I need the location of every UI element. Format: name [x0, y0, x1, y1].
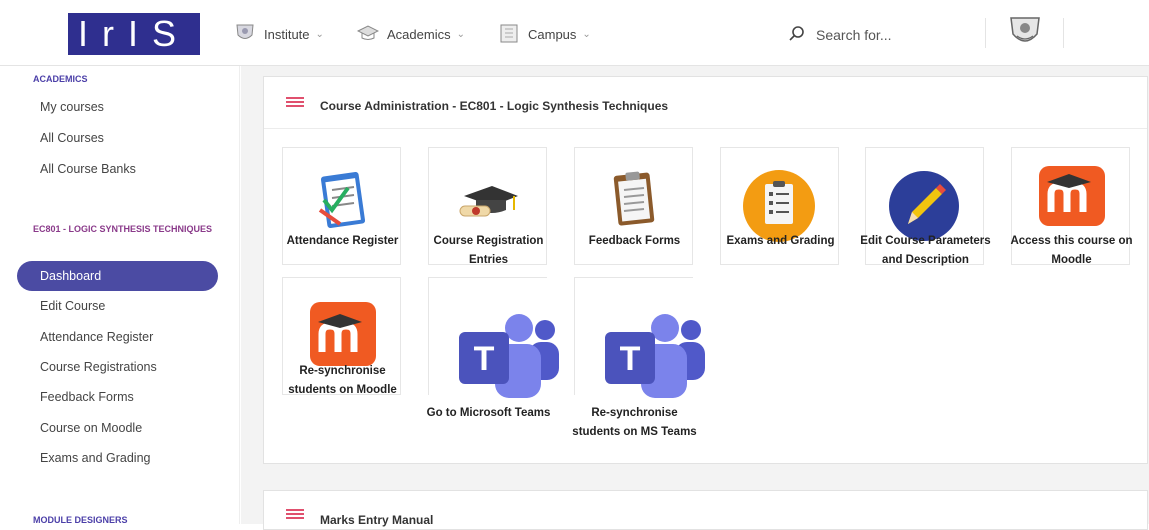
moodle-icon	[310, 302, 376, 368]
tile-access-course-on-moodle[interactable]: Access this course on Moodle	[1010, 147, 1133, 266]
divider	[985, 18, 986, 48]
tile-label: Go to Microsoft Teams	[426, 407, 551, 419]
crest-icon	[234, 23, 256, 46]
tile-go-to-microsoft-teams[interactable]: T Go to Microsoft Teams	[427, 277, 559, 419]
card-title: Course Administration - EC801 - Logic Sy…	[320, 99, 669, 113]
exam-checklist-icon	[741, 168, 815, 242]
sidebar-item-my-courses[interactable]: My courses	[40, 100, 104, 114]
menu-icon[interactable]	[286, 97, 304, 107]
menu-icon[interactable]	[286, 509, 304, 519]
tile-resync-moodle[interactable]: Re-synchronise students on Moodle	[282, 277, 401, 396]
tile-exams-and-grading[interactable]: Exams and Grading	[720, 147, 839, 265]
sidebar-item-all-courses[interactable]: All Courses	[40, 131, 104, 145]
building-icon	[498, 22, 520, 47]
tile-course-registration-entries[interactable]: Course Registration Entries	[428, 147, 547, 266]
tile-label: Feedback Forms	[588, 235, 681, 247]
sidebar-item-feedback-forms[interactable]: Feedback Forms	[40, 390, 134, 404]
moodle-icon	[1039, 166, 1105, 232]
chevron-down-icon: ⌄	[456, 28, 465, 40]
sidebar-heading-module-designers: MODULE DESIGNERS	[33, 515, 128, 525]
tile-label: Course Registration Entries	[433, 235, 544, 266]
teams-icon: T	[459, 308, 559, 408]
divider	[1063, 18, 1064, 48]
tile-feedback-forms[interactable]: Feedback Forms	[574, 147, 693, 265]
tile-label: Access this course on Moodle	[1010, 235, 1133, 266]
sidebar-item-course-registrations[interactable]: Course Registrations	[40, 360, 157, 374]
pencil-icon	[888, 170, 959, 241]
nav-institute-label: Institute	[264, 26, 310, 42]
nav-institute[interactable]: Institute ⌄	[234, 22, 324, 46]
sidebar-item-edit-course[interactable]: Edit Course	[40, 299, 105, 313]
iris-logo[interactable]: IrIS	[68, 13, 200, 55]
marks-entry-card: Marks Entry Manual	[263, 490, 1148, 530]
top-bar: IrIS Institute ⌄ Academics ⌄ Campus ⌄ Se…	[0, 0, 1149, 66]
course-admin-card: Course Administration - EC801 - Logic Sy…	[263, 76, 1148, 464]
search-icon	[788, 24, 806, 45]
svg-text:T: T	[620, 340, 641, 378]
chevron-down-icon: ⌄	[582, 28, 591, 40]
search-box[interactable]: Search for...	[788, 24, 891, 45]
sidebar-heading-course: EC801 - LOGIC SYNTHESIS TECHNIQUES	[33, 224, 213, 234]
attendance-clipboard-icon	[310, 166, 376, 232]
sidebar-item-attendance-register[interactable]: Attendance Register	[40, 330, 153, 344]
tile-edit-course-parameters[interactable]: Edit Course Parameters and Description	[860, 147, 991, 266]
graduation-cap-icon	[456, 166, 522, 232]
sidebar-heading-academics: ACADEMICS	[33, 74, 88, 84]
nav-campus-label: Campus	[528, 26, 577, 42]
svg-text:T: T	[474, 340, 495, 378]
avatar[interactable]	[1007, 14, 1043, 50]
tile-label: Re-synchronise students on MS Teams	[572, 407, 697, 438]
tile-attendance-register[interactable]: Attendance Register	[282, 147, 401, 265]
sidebar-item-course-on-moodle[interactable]: Course on Moodle	[40, 421, 142, 435]
teams-icon: T	[605, 308, 705, 408]
sidebar: ACADEMICS My courses All Courses All Cou…	[0, 66, 240, 525]
sidebar-item-exams-and-grading[interactable]: Exams and Grading	[40, 451, 150, 465]
nav-academics-label: Academics	[387, 26, 451, 42]
graduation-cap-icon	[356, 24, 380, 45]
tile-resync-ms-teams[interactable]: T Re-synchronise students on MS Teams	[572, 277, 705, 438]
feedback-clipboard-icon	[602, 166, 668, 232]
main-content: Course Administration - EC801 - Logic Sy…	[241, 66, 1149, 530]
tile-label: Exams and Grading	[726, 235, 835, 247]
tile-label: Edit Course Parameters and Description	[860, 235, 991, 266]
chevron-down-icon: ⌄	[315, 28, 324, 40]
tile-label: Re-synchronise students on Moodle	[288, 365, 397, 396]
card-title: Marks Entry Manual	[320, 513, 434, 527]
nav-campus[interactable]: Campus ⌄	[498, 22, 591, 46]
card-header: Course Administration - EC801 - Logic Sy…	[264, 77, 1147, 129]
sidebar-item-all-course-banks[interactable]: All Course Banks	[40, 162, 136, 176]
search-placeholder: Search for...	[816, 26, 892, 43]
tile-label: Attendance Register	[286, 235, 399, 247]
nav-academics[interactable]: Academics ⌄	[356, 22, 465, 46]
sidebar-item-dashboard[interactable]: Dashboard	[17, 261, 218, 291]
